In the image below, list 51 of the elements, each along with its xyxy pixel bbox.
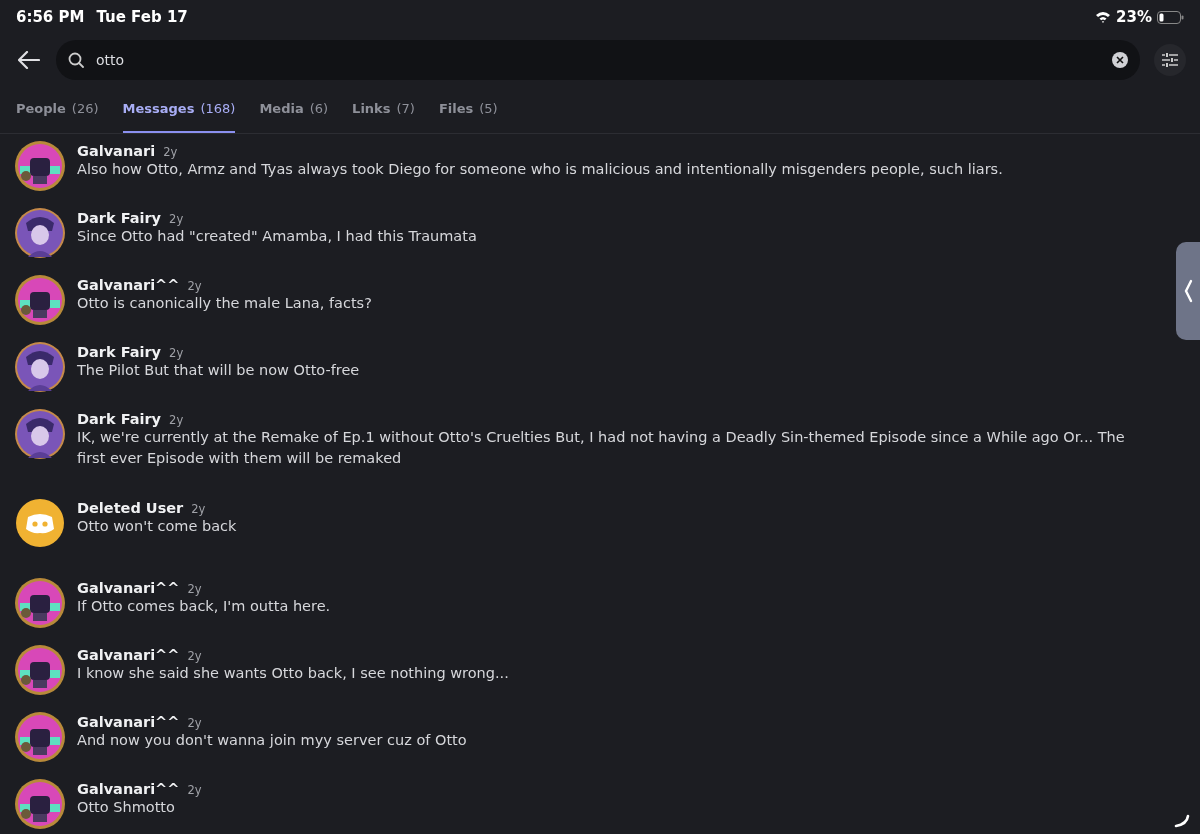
battery-percent: 23% bbox=[1116, 8, 1152, 26]
message-time: 2y bbox=[187, 716, 202, 730]
author-name[interactable]: Galvanari^^ bbox=[77, 580, 180, 596]
message-time: 2y bbox=[169, 346, 184, 360]
search-icon bbox=[68, 52, 84, 68]
search-bar[interactable]: otto bbox=[56, 40, 1140, 80]
message-time: 2y bbox=[169, 212, 184, 226]
arrow-left-icon bbox=[18, 51, 40, 69]
message-time: 2y bbox=[187, 783, 202, 797]
author-name[interactable]: Dark Fairy bbox=[77, 344, 162, 360]
author-name[interactable]: Galvanari^^ bbox=[77, 714, 180, 730]
message-text: The Pilot But that will be now Otto-free bbox=[77, 361, 360, 380]
search-field[interactable]: otto bbox=[94, 51, 1102, 69]
author-name[interactable]: Galvanari^^ bbox=[77, 781, 180, 797]
tab[interactable]: Messages (168) bbox=[122, 86, 236, 133]
message-text: I know she said she wants Otto back, I see nothing wrong... bbox=[77, 664, 509, 683]
status-date: Tue Feb 17 bbox=[96, 8, 188, 26]
message-time: 2y bbox=[169, 413, 184, 427]
message-time: 2y bbox=[191, 502, 206, 516]
message-text: And now you don't wanna join myy server cuz of Otto bbox=[77, 731, 467, 750]
panel-handle[interactable] bbox=[1176, 242, 1200, 340]
close-icon bbox=[1116, 56, 1124, 64]
message-text: Otto won't come back bbox=[77, 517, 237, 536]
battery-icon bbox=[1157, 10, 1184, 24]
status-time: 6:56 PM bbox=[16, 8, 85, 26]
author-name[interactable]: Dark Fairy bbox=[77, 210, 162, 226]
author-name[interactable]: Deleted User bbox=[77, 500, 184, 516]
message-time: 2y bbox=[187, 279, 202, 293]
chevron-left-icon bbox=[1183, 279, 1193, 303]
message-text: IK, we're currently at the Remake of Ep.1 without Otto's Cruelties But, I had not having a Deadly Sin-themed Episode since a While ago Or... The first ever Episode with them will be remaked bbox=[77, 428, 1126, 468]
loading-spinner-icon bbox=[1174, 814, 1190, 828]
tab[interactable]: Links (7) bbox=[352, 86, 415, 133]
message-time: 2y bbox=[187, 582, 202, 596]
filter-button[interactable] bbox=[1154, 44, 1186, 76]
clear-button[interactable] bbox=[1112, 52, 1128, 68]
message-text: Otto Shmotto bbox=[77, 798, 176, 817]
message-text: If Otto comes back, I'm outta here. bbox=[77, 597, 331, 616]
message-time: 2y bbox=[163, 145, 178, 159]
wifi-icon bbox=[1095, 11, 1112, 23]
author-name[interactable]: Galvanari^^ bbox=[77, 277, 180, 293]
message-text: Since Otto had "created" Amamba, I had this Traumata bbox=[77, 227, 477, 246]
tab[interactable]: Files (5) bbox=[438, 86, 498, 133]
tab[interactable]: Media (6) bbox=[259, 86, 329, 133]
tab[interactable]: People (26) bbox=[16, 86, 99, 133]
message-text: Also how Otto, Armz and Tyas always took Diego for someone who is malicious and intentionally misgenders people, such liars. bbox=[77, 160, 1003, 179]
author-name[interactable]: Galvanari^^ bbox=[77, 647, 180, 663]
message-time: 2y bbox=[187, 649, 202, 663]
author-name[interactable]: Galvanari bbox=[77, 143, 156, 159]
author-name[interactable]: Dark Fairy bbox=[77, 411, 162, 427]
sliders-icon bbox=[1161, 52, 1179, 68]
message-text: Otto is canonically the male Lana, facts? bbox=[77, 294, 372, 313]
